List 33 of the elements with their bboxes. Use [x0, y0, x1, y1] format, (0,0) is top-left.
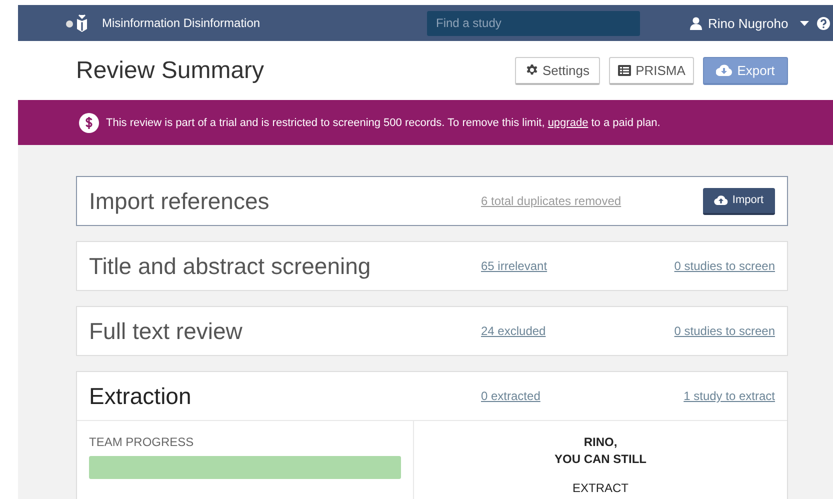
cloud-download-icon — [716, 64, 732, 76]
stage-title: Import references — [89, 188, 270, 214]
user-name[interactable]: Rino Nugroho — [708, 16, 788, 30]
progress-label: TEAM PROGRESS — [89, 435, 195, 449]
prisma-button[interactable]: PRISMA — [609, 56, 694, 84]
stage-link[interactable]: 1 study to extract — [661, 389, 775, 403]
stage-title: Title and abstract screening — [89, 252, 372, 280]
stage-link[interactable]: 0 studies to screen — [661, 259, 775, 273]
stage-title: Full text review — [89, 318, 244, 344]
cloud-upload-icon — [714, 195, 728, 205]
dollar-icon — [79, 112, 99, 132]
user-icon — [690, 16, 702, 30]
stage-link[interactable]: 24 excluded — [481, 324, 661, 338]
review-name: Misinformation Disinformation — [102, 16, 262, 30]
search-field[interactable]: Find a study — [427, 10, 640, 36]
encouragement-text: YOU CAN STILL — [554, 451, 646, 468]
export-button[interactable]: Export — [703, 56, 788, 84]
stage-link[interactable]: 6 total duplicates removed — [481, 194, 661, 208]
list-icon — [618, 64, 631, 76]
upgrade-link[interactable]: upgrade — [548, 116, 588, 128]
caret-icon[interactable] — [800, 20, 810, 26]
trial-message: This review is part of a trial and is restricted to screening 500 records. To remove this limit, upgrade to a paid plan. — [106, 116, 660, 128]
help-icon[interactable] — [817, 16, 830, 30]
stage-link[interactable]: 0 extracted — [481, 389, 661, 403]
stage-link[interactable]: 65 irrelevant — [481, 259, 661, 273]
settings-button[interactable]: Settings — [515, 56, 600, 84]
gear-icon — [526, 64, 538, 76]
page-title: Review Summary — [76, 56, 266, 84]
stage-title: Extraction — [89, 382, 192, 410]
import-button[interactable]: Import — [703, 188, 775, 214]
encouragement-text: EXTRACT — [572, 480, 628, 497]
stage-link[interactable]: 0 studies to screen — [661, 324, 775, 338]
encouragement-text: RINO, — [584, 434, 618, 451]
